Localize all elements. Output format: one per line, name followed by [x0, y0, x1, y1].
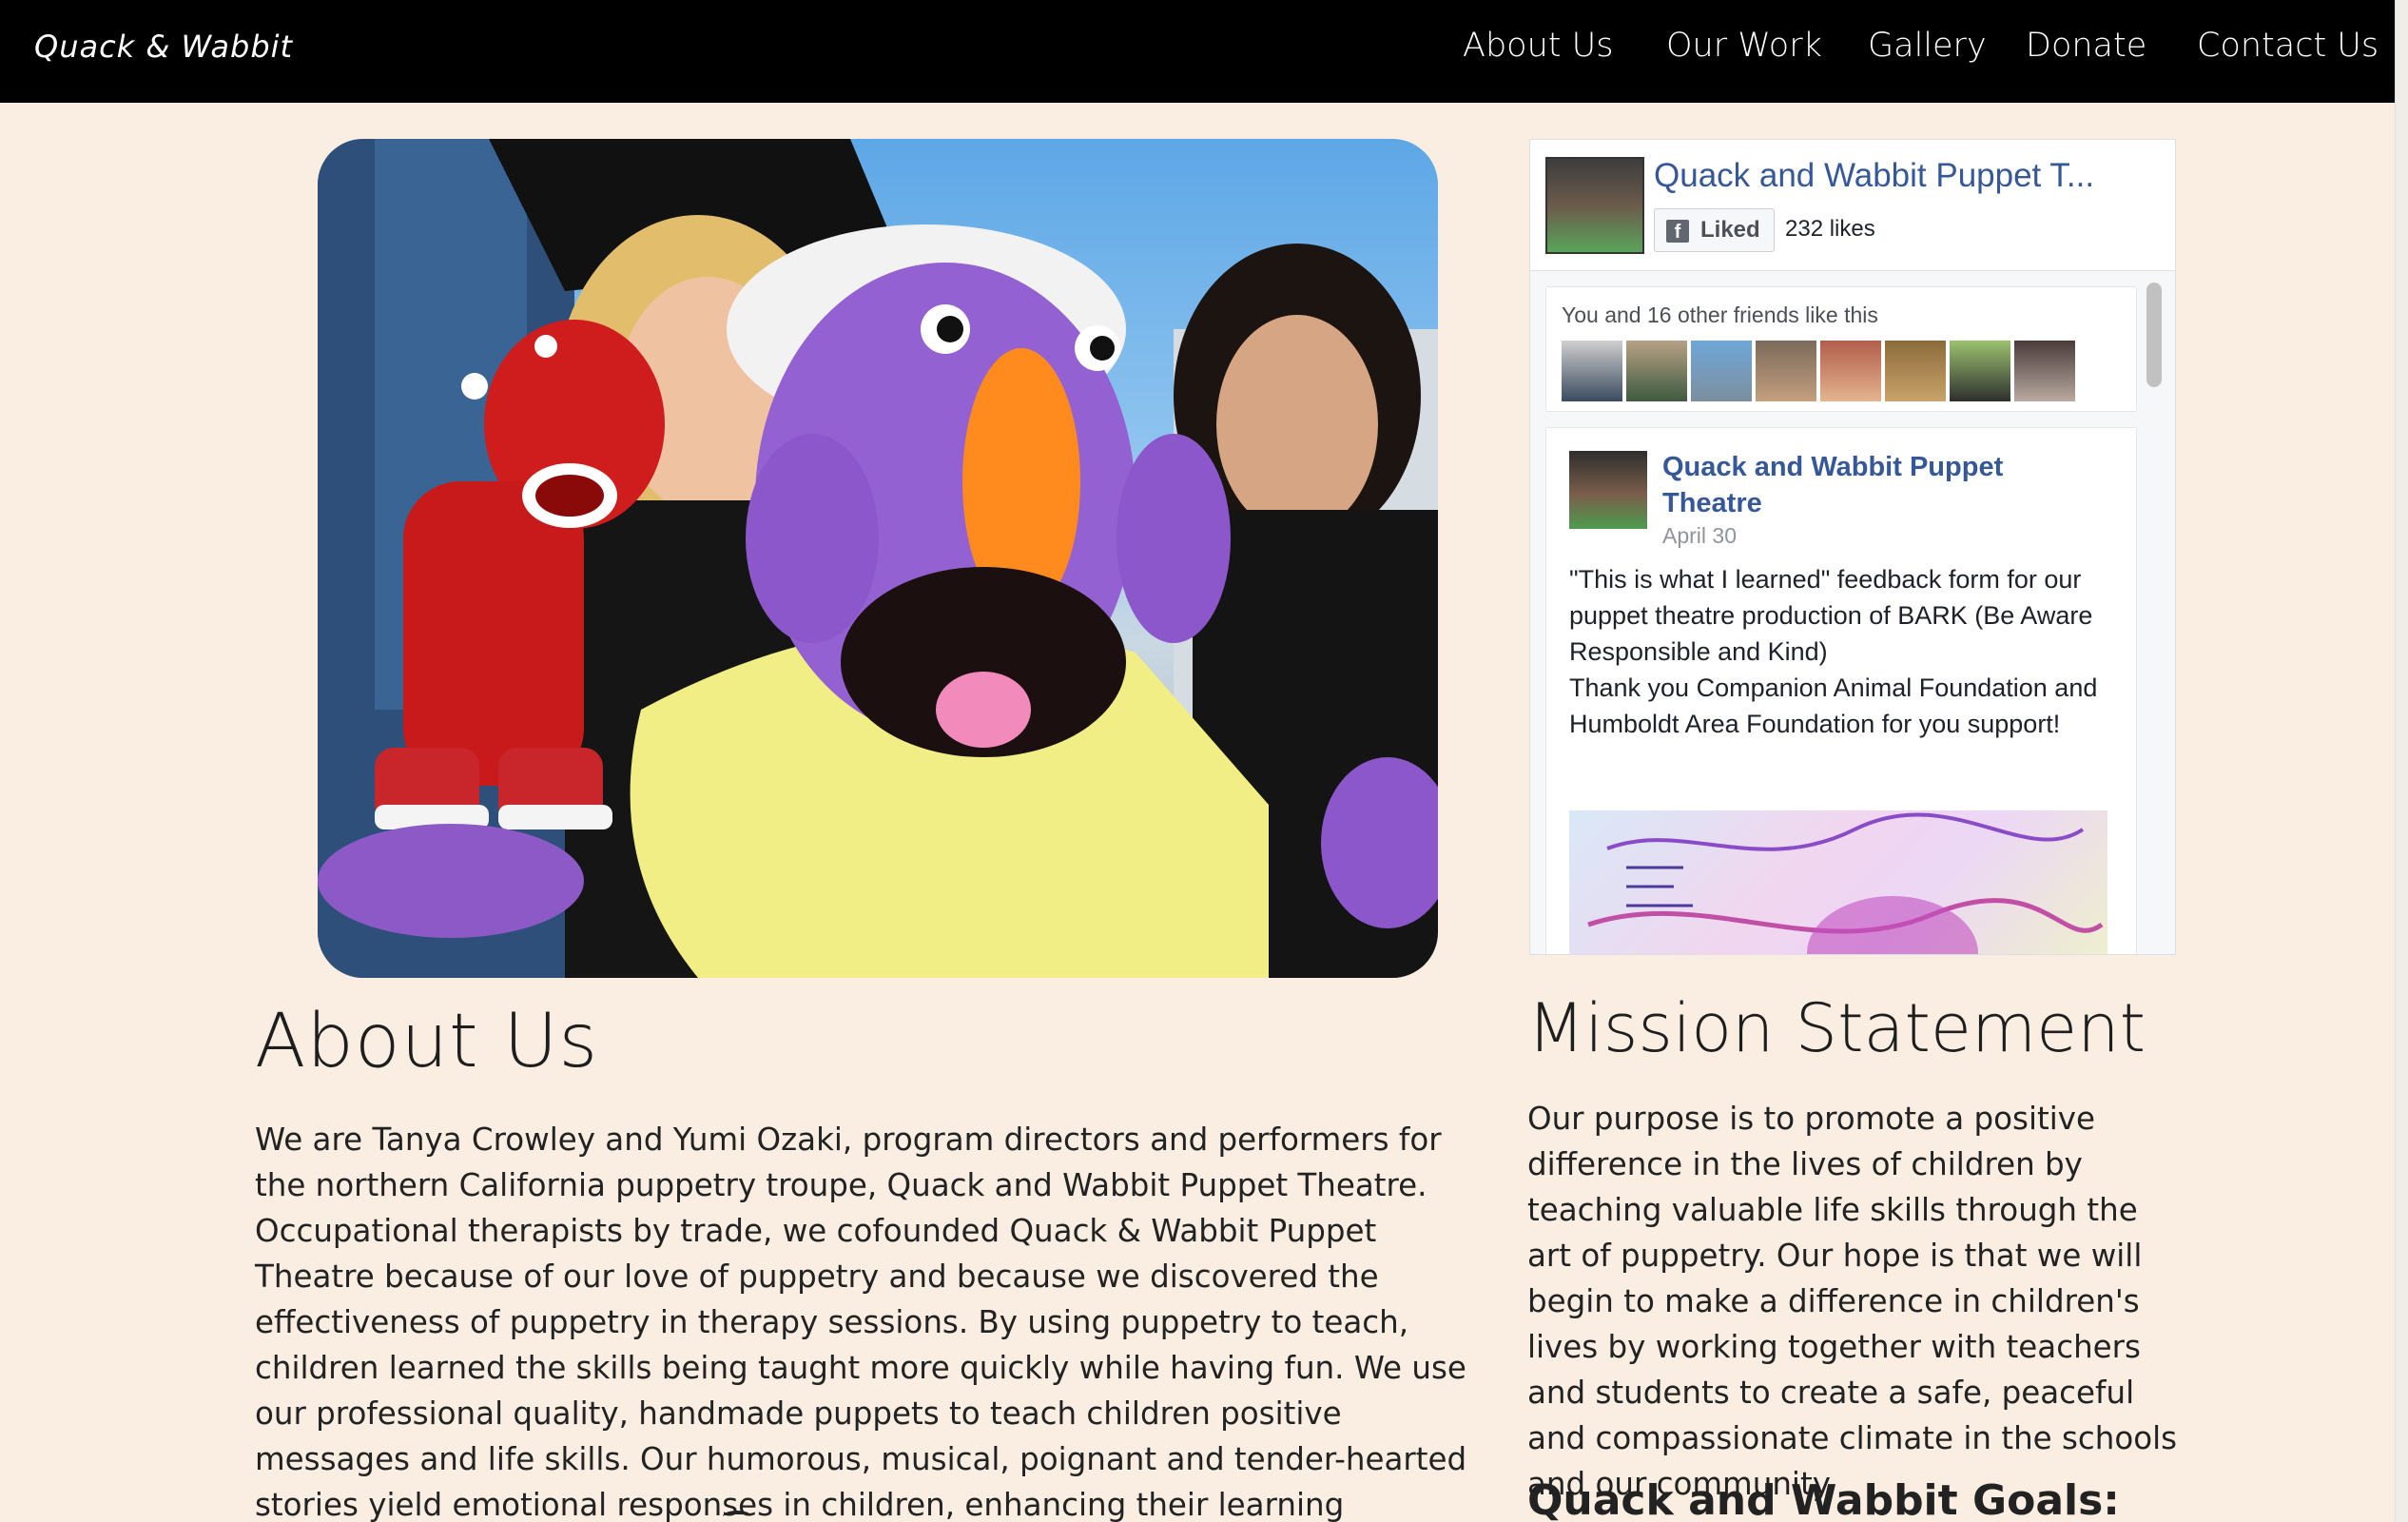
likes-count: 232 likes: [1785, 216, 1875, 242]
next-section-heading-fragment: [723, 1511, 751, 1522]
mission-statement-text: Our purpose is to promote a positive dif…: [1527, 1101, 2178, 1502]
widget-scrollbar[interactable]: [2146, 283, 2162, 387]
liked-button[interactable]: f Liked: [1654, 208, 1775, 252]
friend-avatar[interactable]: [1562, 341, 1622, 401]
facebook-widget-header: Quack and Wabbit Puppet T... f Liked 232…: [1530, 140, 2175, 271]
friends-like-text: You and 16 other friends like this: [1562, 302, 1878, 327]
about-us-heading: About Us: [255, 999, 599, 1084]
facebook-page-widget: Quack and Wabbit Puppet T... f Liked 232…: [1529, 139, 2176, 955]
about-us-text: We are Tanya Crowley and Yumi Ozaki, pro…: [255, 1122, 1467, 1522]
top-navbar: Quack & Wabbit About Us Our Work Gallery…: [0, 0, 2408, 103]
friend-avatar[interactable]: [2014, 341, 2075, 401]
nav-donate[interactable]: Donate: [2026, 27, 2146, 65]
post-author-thumbnail[interactable]: [1569, 451, 1647, 529]
child-drawing-icon: [1587, 812, 2104, 954]
nav-our-work[interactable]: Our Work: [1666, 27, 1822, 65]
nav-contact-us[interactable]: Contact Us: [2197, 27, 2379, 65]
friend-avatar[interactable]: [1691, 341, 1752, 401]
nav-about-us[interactable]: About Us: [1463, 27, 1613, 65]
liked-label: Liked: [1700, 217, 1760, 243]
brand-logo[interactable]: Quack & Wabbit: [34, 29, 293, 65]
page-scrollbar[interactable]: [2395, 0, 2408, 1522]
friends-like-box: You and 16 other friends like this: [1545, 286, 2137, 412]
facebook-icon: f: [1666, 220, 1689, 243]
friends-avatar-row: [1562, 341, 2075, 401]
friend-avatar[interactable]: [1626, 341, 1687, 401]
goals-heading: Quack and Wabbit Goals:: [1527, 1476, 2120, 1522]
friend-avatar[interactable]: [1950, 341, 2010, 401]
mission-statement-heading: Mission Statement: [1527, 989, 2146, 1067]
post-date[interactable]: April 30: [1662, 523, 1737, 549]
friend-avatar[interactable]: [1885, 341, 1946, 401]
friend-avatar[interactable]: [1820, 341, 1881, 401]
post-author-name[interactable]: Quack and Wabbit Puppet Theatre: [1662, 449, 2062, 521]
facebook-page-thumbnail[interactable]: [1545, 157, 1644, 254]
facebook-widget-feed[interactable]: You and 16 other friends like this Quack…: [1530, 271, 2175, 954]
friend-avatar[interactable]: [1756, 341, 1816, 401]
facebook-page-title[interactable]: Quack and Wabbit Puppet T...: [1654, 157, 2158, 195]
nav-gallery[interactable]: Gallery: [1868, 27, 1987, 65]
facebook-post: Quack and Wabbit Puppet Theatre April 30…: [1545, 427, 2137, 954]
post-text: "This is what I learned" feedback form f…: [1569, 565, 2098, 738]
puppet-photo-icon: [318, 139, 1438, 978]
post-image[interactable]: [1569, 810, 2107, 954]
hero-photo: [318, 139, 1438, 978]
